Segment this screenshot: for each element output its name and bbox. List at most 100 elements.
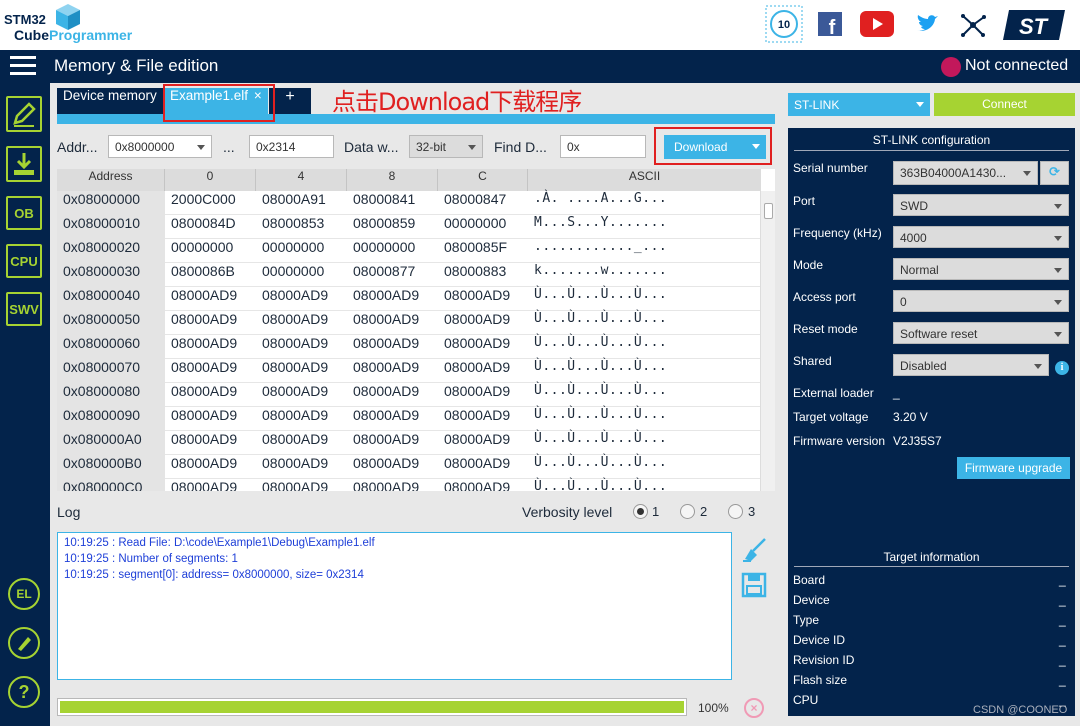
shared-select[interactable]: Disabled (893, 354, 1049, 376)
table-row[interactable]: 0x080000C0 08000AD9 08000AD9 08000AD9 08000A… (57, 479, 761, 491)
info-icon[interactable]: i (1055, 361, 1069, 375)
access-port-select[interactable]: 0 (893, 290, 1069, 312)
column-header[interactable]: 8 (347, 169, 438, 191)
ascii-cell[interactable]: ............_... (528, 239, 761, 263)
table-row[interactable]: 0x08000070 08000AD9 08000AD9 08000AD9 08000A… (57, 359, 761, 383)
data-cell[interactable]: 08000AD9 (165, 383, 256, 407)
data-cell[interactable]: 08000AD9 (438, 455, 528, 479)
data-cell[interactable]: 08000AD9 (347, 335, 438, 359)
anniversary-badge-icon[interactable]: 10 (765, 5, 803, 46)
address-cell[interactable]: 0x08000040 (57, 287, 165, 311)
table-row[interactable]: 0x08000040 08000AD9 08000AD9 08000AD9 08000A… (57, 287, 761, 311)
data-cell[interactable]: 08000AD9 (165, 287, 256, 311)
data-cell[interactable]: 08000877 (347, 263, 438, 287)
table-row[interactable]: 0x08000060 08000AD9 08000AD9 08000AD9 08000A… (57, 335, 761, 359)
clear-log-icon[interactable] (741, 537, 767, 566)
data-cell[interactable]: 08000AD9 (165, 359, 256, 383)
ascii-cell[interactable]: k.......w....... (528, 263, 761, 287)
address-combo[interactable]: 0x8000000 (108, 135, 212, 158)
save-log-icon[interactable] (741, 572, 767, 601)
data-cell[interactable]: 00000000 (256, 239, 347, 263)
table-row[interactable]: 0x08000080 08000AD9 08000AD9 08000AD9 08000A… (57, 383, 761, 407)
address-cell[interactable]: 0x080000C0 (57, 479, 165, 491)
table-row[interactable]: 0x08000030 0800086B 00000000 08000877 080008… (57, 263, 761, 287)
data-cell[interactable]: 08000AD9 (256, 383, 347, 407)
download-button[interactable]: Download (664, 135, 766, 159)
refresh-icon[interactable]: ⟳ (1040, 161, 1069, 185)
data-cell[interactable]: 08000AD9 (438, 311, 528, 335)
data-cell[interactable]: 08000AD9 (438, 335, 528, 359)
address-cell[interactable]: 0x080000B0 (57, 455, 165, 479)
interface-select[interactable]: ST-LINK (788, 93, 930, 116)
data-cell[interactable]: 08000AD9 (438, 479, 528, 491)
data-cell[interactable]: 08000AD9 (347, 311, 438, 335)
data-cell[interactable]: 00000000 (256, 263, 347, 287)
sidebar-beta-icon[interactable] (8, 627, 40, 659)
address-cell[interactable]: 0x08000030 (57, 263, 165, 287)
youtube-icon[interactable] (860, 11, 894, 40)
data-cell[interactable]: 08000847 (438, 191, 528, 215)
table-row[interactable]: 0x08000010 0800084D 08000853 08000859 000000… (57, 215, 761, 239)
data-cell[interactable]: 08000AD9 (165, 431, 256, 455)
data-cell[interactable]: 08000AD9 (347, 287, 438, 311)
data-cell[interactable]: 2000C000 (165, 191, 256, 215)
ascii-cell[interactable]: Ù...Ù...Ù...Ù... (528, 431, 761, 455)
address-cell[interactable]: 0x08000010 (57, 215, 165, 239)
data-cell[interactable]: 08000AD9 (256, 287, 347, 311)
data-cell[interactable]: 08000AD9 (256, 407, 347, 431)
sidebar-option-bytes-button[interactable]: OB (6, 196, 42, 230)
data-cell[interactable]: 08000AD9 (256, 311, 347, 335)
column-header[interactable]: 0 (165, 169, 256, 191)
frequency-select[interactable]: 4000 (893, 226, 1069, 248)
mode-select[interactable]: Normal (893, 258, 1069, 280)
scrollbar-thumb[interactable] (764, 203, 773, 219)
ascii-cell[interactable]: Ù...Ù...Ù...Ù... (528, 335, 761, 359)
data-cell[interactable]: 0800084D (165, 215, 256, 239)
data-cell[interactable]: 08000AD9 (438, 287, 528, 311)
ascii-cell[interactable]: .À. ....A...G... (528, 191, 761, 215)
table-row[interactable]: 0x08000050 08000AD9 08000AD9 08000AD9 08000A… (57, 311, 761, 335)
verbosity-radio-2[interactable] (680, 504, 695, 519)
data-cell[interactable]: 08000A91 (256, 191, 347, 215)
verbosity-radio-3[interactable] (728, 504, 743, 519)
network-icon[interactable] (959, 11, 987, 42)
address-cell[interactable]: 0x08000090 (57, 407, 165, 431)
find-data-field[interactable]: 0x (560, 135, 646, 158)
table-scrollbar[interactable] (760, 191, 775, 491)
data-cell[interactable]: 00000000 (347, 239, 438, 263)
sidebar-memory-edit-icon[interactable] (6, 96, 42, 132)
ascii-cell[interactable]: Ù...Ù...Ù...Ù... (528, 287, 761, 311)
data-cell[interactable]: 08000AD9 (165, 407, 256, 431)
address-cell[interactable]: 0x08000070 (57, 359, 165, 383)
ascii-cell[interactable]: Ù...Ù...Ù...Ù... (528, 455, 761, 479)
ascii-cell[interactable]: Ù...Ù...Ù...Ù... (528, 383, 761, 407)
sidebar-download-icon[interactable] (6, 146, 42, 182)
port-select[interactable]: SWD (893, 194, 1069, 216)
column-header[interactable]: Address (57, 169, 165, 191)
data-cell[interactable]: 08000AD9 (438, 383, 528, 407)
address-cell[interactable]: 0x08000050 (57, 311, 165, 335)
data-cell[interactable]: 08000AD9 (256, 455, 347, 479)
address-cell[interactable]: 0x08000000 (57, 191, 165, 215)
address-cell[interactable]: 0x08000020 (57, 239, 165, 263)
data-cell[interactable]: 08000AD9 (347, 455, 438, 479)
column-header[interactable]: 4 (256, 169, 347, 191)
size-field[interactable]: 0x2314 (249, 135, 334, 158)
data-cell[interactable]: 0800085F (438, 239, 528, 263)
sidebar-swv-button[interactable]: SWV (6, 292, 42, 326)
data-cell[interactable]: 00000000 (165, 239, 256, 263)
data-cell[interactable]: 08000AD9 (165, 455, 256, 479)
data-cell[interactable]: 08000AD9 (347, 359, 438, 383)
data-cell[interactable]: 08000AD9 (165, 335, 256, 359)
data-cell[interactable]: 0800086B (165, 263, 256, 287)
cancel-icon[interactable]: × (744, 698, 764, 718)
ascii-cell[interactable]: Ù...Ù...Ù...Ù... (528, 407, 761, 431)
menu-icon[interactable] (10, 56, 36, 76)
data-cell[interactable]: 08000841 (347, 191, 438, 215)
tab-device-memory[interactable]: Device memory (57, 88, 163, 114)
data-cell[interactable]: 08000AD9 (347, 431, 438, 455)
reset-mode-select[interactable]: Software reset (893, 322, 1069, 344)
sidebar-help-icon[interactable]: ? (8, 676, 40, 708)
data-cell[interactable]: 08000AD9 (165, 311, 256, 335)
data-cell[interactable]: 08000AD9 (165, 479, 256, 491)
